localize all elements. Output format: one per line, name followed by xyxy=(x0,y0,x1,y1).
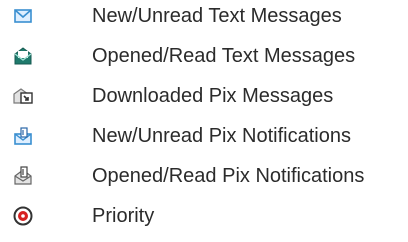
downloaded-pix-message-icon xyxy=(12,85,34,107)
legend-item-priority: Priority xyxy=(0,202,408,242)
priority-icon xyxy=(12,205,34,227)
legend-item-downloaded-pix: Downloaded Pix Messages xyxy=(0,82,408,122)
legend-item-new-unread-pix-notification: New/Unread Pix Notifications xyxy=(0,122,408,162)
new-unread-text-message-icon xyxy=(12,5,34,27)
legend-label: Downloaded Pix Messages xyxy=(92,85,334,107)
legend-label: New/Unread Text Messages xyxy=(92,5,342,27)
legend-label: Opened/Read Text Messages xyxy=(92,45,356,67)
legend-item-opened-read-pix-notification: Opened/Read Pix Notifications xyxy=(0,162,408,202)
opened-read-pix-notification-icon xyxy=(12,165,34,187)
legend-label: New/Unread Pix Notifications xyxy=(92,125,351,147)
legend-label: Opened/Read Pix Notifications xyxy=(92,165,365,187)
opened-read-text-message-icon xyxy=(12,45,34,67)
legend-label: Priority xyxy=(92,205,155,227)
new-unread-pix-notification-icon xyxy=(12,125,34,147)
legend-item-opened-read-text: Opened/Read Text Messages xyxy=(0,42,408,82)
legend-item-new-unread-text: New/Unread Text Messages xyxy=(0,2,408,42)
